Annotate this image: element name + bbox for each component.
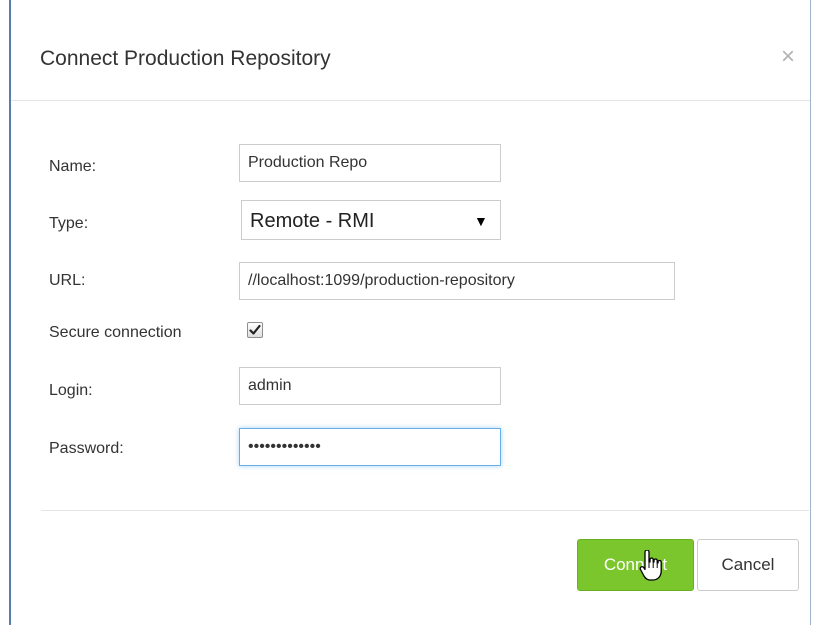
- name-input[interactable]: [239, 144, 501, 182]
- connect-repository-dialog: Connect Production Repository × Name: Ty…: [11, 0, 810, 625]
- checkmark-icon: [249, 324, 261, 335]
- connect-button[interactable]: Connect: [577, 539, 694, 591]
- footer-divider: [41, 510, 809, 511]
- hand-pointer-icon: [639, 550, 662, 581]
- login-input[interactable]: [239, 367, 501, 405]
- type-select-value: Remote - RMI: [250, 210, 375, 232]
- type-select[interactable]: Remote - RMI ▼: [241, 200, 501, 240]
- type-label: Type:: [49, 215, 89, 232]
- url-label: URL:: [49, 272, 86, 289]
- window-border-right: [810, 0, 811, 625]
- cancel-button[interactable]: Cancel: [697, 539, 799, 591]
- name-label: Name:: [49, 158, 97, 175]
- login-label: Login:: [49, 382, 93, 399]
- close-icon[interactable]: ×: [777, 44, 799, 70]
- dialog-header: Connect Production Repository ×: [11, 0, 810, 101]
- secure-connection-label: Secure connection: [49, 324, 182, 341]
- dialog-title: Connect Production Repository: [40, 47, 331, 70]
- url-input[interactable]: [239, 262, 675, 300]
- secure-connection-checkbox[interactable]: [247, 322, 263, 338]
- password-input[interactable]: [239, 428, 501, 466]
- dropdown-arrow-icon: ▼: [474, 213, 488, 229]
- password-label: Password:: [49, 440, 124, 457]
